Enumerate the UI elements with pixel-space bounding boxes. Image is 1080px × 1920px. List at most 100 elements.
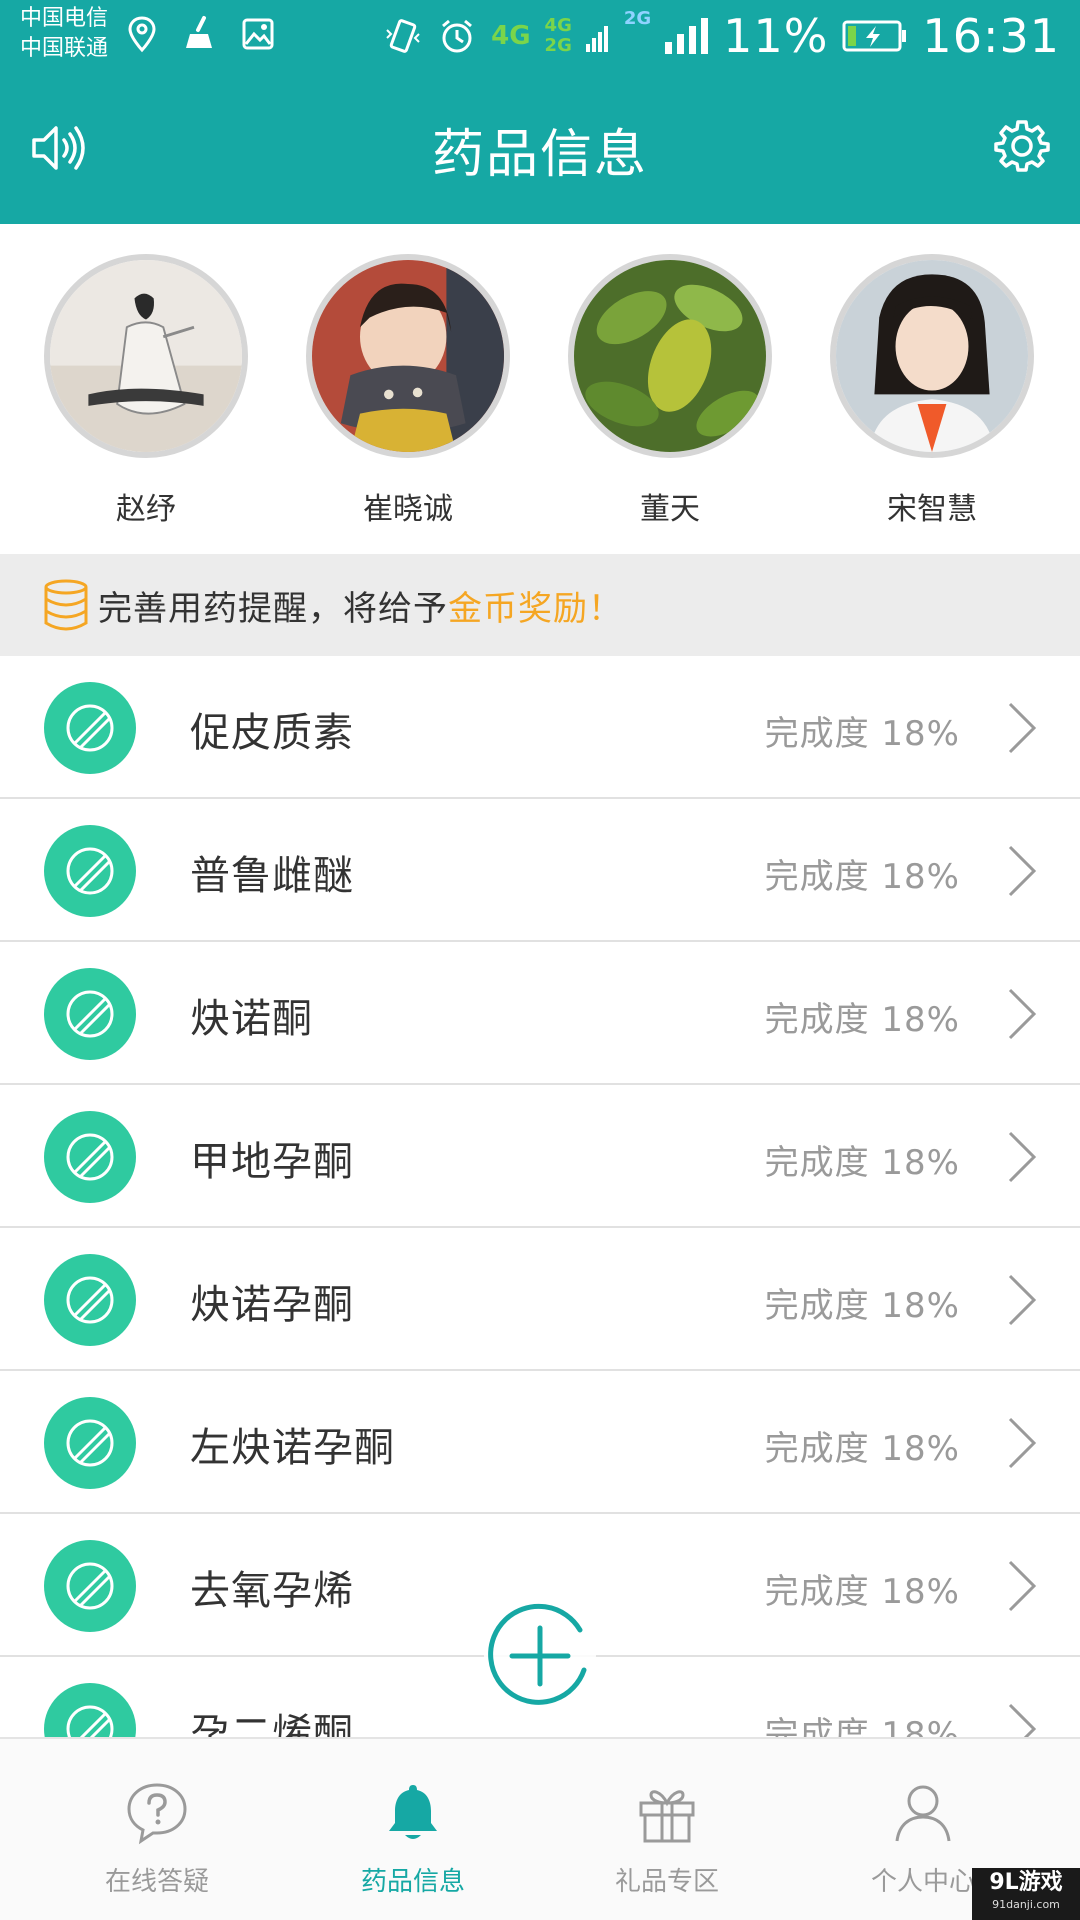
medicine-row[interactable]: 甲地孕酮 完成度 18% (0, 1085, 1080, 1228)
status-icons-right: 4G 4G 2G 2G 11% 16:31 (383, 8, 1060, 63)
chevron-right-icon (1008, 845, 1037, 897)
medicine-row[interactable]: 左炔诺孕酮 完成度 18% (0, 1371, 1080, 1514)
page-title: 药品信息 (431, 125, 648, 185)
medicine-name: 炔诺酮 (190, 996, 313, 1042)
completion-text: 完成度 18% (764, 1143, 960, 1183)
pill-icon (44, 1683, 136, 1737)
reminder-banner[interactable]: 完善用药提醒，将给予 金币奖励！ (0, 554, 1080, 656)
location-icon (128, 16, 156, 53)
contact-name: 宋智慧 (887, 492, 977, 527)
avatar (44, 254, 248, 458)
contact-item[interactable]: 赵纾 (44, 254, 248, 528)
contact-item[interactable]: 董天 (568, 254, 772, 528)
avatar-image (50, 260, 242, 452)
pill-icon (44, 682, 136, 774)
watermark: 9L游戏 91danji.com (972, 1868, 1080, 1920)
pill-icon (44, 1540, 136, 1632)
tab-online-qa[interactable]: 在线答疑 (22, 1739, 292, 1920)
contact-name: 崔晓诚 (363, 492, 453, 527)
tab-label: 药品信息 (360, 1867, 465, 1897)
completion-text: 完成度 18% (764, 1000, 960, 1040)
chevron-right-icon (1008, 1560, 1037, 1612)
chevron-right-icon (1008, 1417, 1037, 1469)
app-bar: 药品信息 (0, 72, 1080, 224)
medicine-name: 炔诺孕酮 (190, 1282, 354, 1328)
completion-text: 完成度 18% (764, 1429, 960, 1469)
medicine-list: 促皮质素 完成度 18% 普鲁雌醚 完成度 18% 炔诺酮 完成度 18% 甲地… (0, 656, 1080, 1737)
status-bar: 中国电信 中国联通 4G 4G 2G 2G 11% 16:31 (0, 0, 1080, 72)
avatar-image (312, 260, 504, 452)
broom-icon (186, 16, 212, 48)
medicine-name: 去氧孕烯 (190, 1568, 354, 1614)
battery-percent: 11% (723, 9, 829, 63)
completion-text: 完成度 18% (764, 1286, 960, 1326)
status-time: 16:31 (922, 9, 1060, 63)
battery-icon (842, 20, 907, 52)
bell-icon (389, 1785, 437, 1839)
signal-icon-2 (665, 18, 709, 54)
add-icon (488, 1603, 587, 1705)
image-icon (242, 18, 274, 50)
banner-text: 完善用药提醒，将给予 (98, 588, 448, 629)
chevron-right-icon (1008, 1274, 1037, 1326)
carrier-1: 中国电信 (20, 6, 109, 31)
medicine-row[interactable]: 炔诺酮 完成度 18% (0, 942, 1080, 1085)
pill-icon (44, 1111, 136, 1203)
network-2g-label: 2G (623, 8, 652, 29)
network-2g-small: 2G (544, 35, 572, 56)
network-dual-label: 4G 2G (545, 16, 572, 56)
network-4g-small: 4G (544, 15, 572, 36)
completion-text: 完成度 18% (764, 1572, 960, 1612)
question-bubble-icon (127, 1783, 187, 1845)
vibrate-icon (386, 19, 420, 53)
chevron-right-icon (1008, 1131, 1037, 1183)
signal-icon (585, 26, 608, 52)
contact-item[interactable]: 崔晓诚 (306, 254, 510, 528)
person-icon (895, 1785, 951, 1842)
alarm-icon (442, 19, 473, 53)
avatar-image (574, 260, 766, 452)
screen: 中国电信 中国联通 4G 4G 2G 2G 11% 16:31 药品信息 赵纾 … (0, 0, 1080, 1920)
pill-icon (44, 1397, 136, 1489)
completion-text: 完成度 18% (764, 1715, 960, 1737)
tab-label: 在线答疑 (104, 1867, 209, 1897)
chevron-right-icon (1008, 1703, 1037, 1737)
contacts-row: 赵纾 崔晓诚 董天 宋智慧 (0, 224, 1080, 554)
add-medicine-button[interactable] (484, 1600, 596, 1712)
carrier-labels: 中国电信 中国联通 (20, 4, 108, 64)
completion-text: 完成度 18% (764, 714, 960, 754)
pill-icon (44, 968, 136, 1060)
avatar (568, 254, 772, 458)
tab-gift-zone[interactable]: 礼品专区 (532, 1739, 802, 1920)
avatar (830, 254, 1034, 458)
pill-icon (44, 1254, 136, 1346)
avatar-image (836, 260, 1028, 452)
contact-item[interactable]: 宋智慧 (830, 254, 1034, 528)
chevron-right-icon (1008, 702, 1037, 754)
tab-label: 礼品专区 (614, 1867, 719, 1897)
gift-icon (639, 1790, 695, 1843)
medicine-name: 促皮质素 (190, 710, 354, 756)
network-4g-label: 4G (491, 21, 531, 51)
medicine-row[interactable]: 促皮质素 完成度 18% (0, 656, 1080, 799)
pill-icon (44, 825, 136, 917)
watermark-sub: 91danji.com (992, 1898, 1060, 1911)
medicine-name: 甲地孕酮 (190, 1139, 354, 1185)
medicine-name: 孕二烯酮 (190, 1711, 354, 1737)
bottom-nav: 在线答疑 药品信息 礼品专区 个人中心 (0, 1737, 1080, 1920)
status-icons-left (124, 14, 276, 54)
contact-name: 董天 (640, 492, 700, 527)
medicine-row[interactable]: 炔诺孕酮 完成度 18% (0, 1228, 1080, 1371)
medicine-row[interactable]: 普鲁雌醚 完成度 18% (0, 799, 1080, 942)
carrier-2: 中国联通 (20, 36, 109, 61)
contact-name: 赵纾 (116, 492, 176, 527)
avatar (306, 254, 510, 458)
tab-medicine-info[interactable]: 药品信息 (278, 1739, 548, 1920)
medicine-name: 普鲁雌醚 (190, 853, 354, 899)
completion-text: 完成度 18% (764, 857, 960, 897)
coin-stack-icon (44, 579, 88, 631)
gear-icon[interactable] (994, 118, 1050, 174)
watermark-main: 9L游戏 (989, 1870, 1063, 1895)
chevron-right-icon (1008, 988, 1037, 1040)
banner-reward: 金币奖励！ (448, 588, 623, 629)
